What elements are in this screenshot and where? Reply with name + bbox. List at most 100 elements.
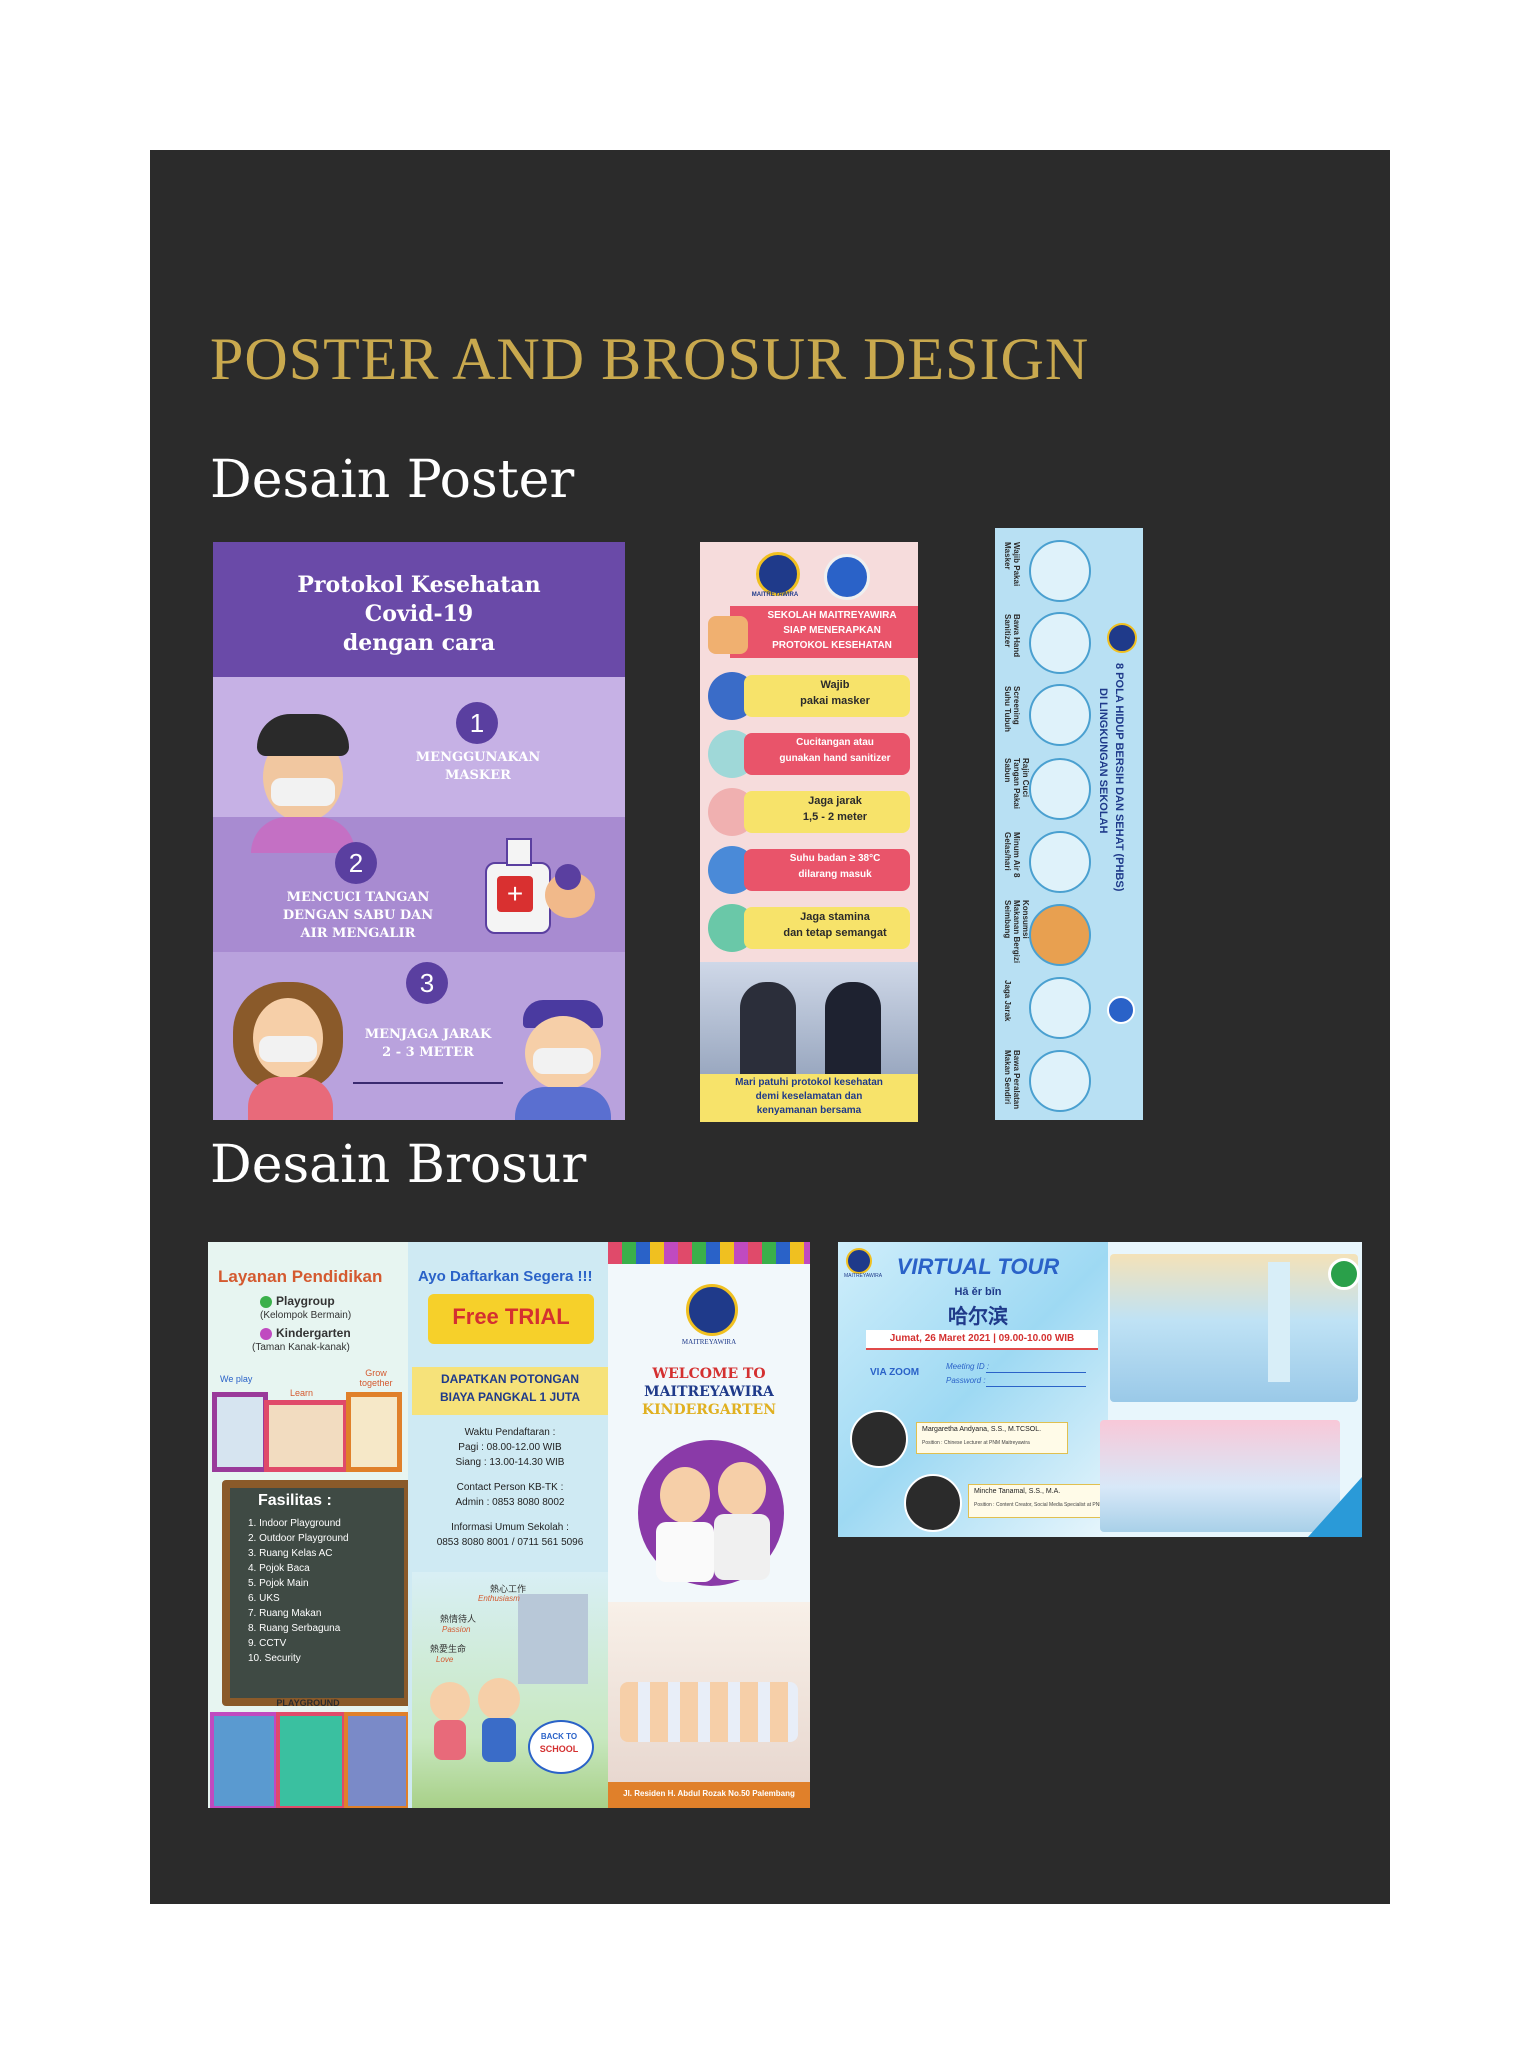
playgroup-check-icon: [260, 1296, 272, 1308]
portfolio-panel: POSTER AND BROSUR DESIGN Desain Poster D…: [150, 150, 1390, 1904]
phbs-item-5: Minum Air 8 Gelas/hari: [1003, 832, 1021, 878]
service-1-name: Playgroup: [276, 1294, 335, 1308]
phbs-logo-icon: [1107, 623, 1137, 653]
poster2-item-1-line2: pakai masker: [800, 695, 870, 707]
poster-heading: Desain Poster: [210, 450, 575, 510]
playground-photo-2: [276, 1712, 346, 1808]
chinese-word-5: 熱愛生命: [430, 1644, 467, 1654]
info-line-2: 0853 8080 8001 / 0711 561 5096: [436, 1537, 584, 1548]
poster-covid-protocol: Protokol Kesehatan Covid-19 dengan cara …: [213, 542, 625, 1120]
fasilitas-item-3: 3. Ruang Kelas AC: [248, 1548, 333, 1559]
step-2-text-1: MENCUCI TANGAN: [286, 890, 430, 905]
fasilitas-item-6: 6. UKS: [248, 1593, 280, 1604]
poster2-logo-text: MAITREYAWIRA: [751, 592, 799, 598]
service-2-name: Kindergarten: [276, 1326, 351, 1340]
ice-castle-photo-2: [1100, 1420, 1340, 1532]
poster1-title-1: Protokol Kesehatan: [297, 572, 541, 598]
phbs-sanitizer-icon: [1029, 612, 1091, 674]
playground-label: PLAYGROUND: [276, 1698, 340, 1708]
poster-phbs: Wajib Pakai Masker Bawa Hand Sanitizer S…: [995, 528, 1143, 1120]
distance-arrow-icon: [353, 1082, 503, 1084]
waktu-line-1: Waktu Pendaftaran :: [464, 1427, 556, 1438]
fasilitas-item-2: 2. Outdoor Playground: [248, 1533, 349, 1544]
vt-meeting-id: Meeting ID :: [946, 1362, 990, 1371]
ice-tower-icon: [1268, 1262, 1290, 1382]
info-line-1: Informasi Umum Sekolah :: [451, 1522, 569, 1533]
fasilitas-item-10: 10. Security: [248, 1653, 301, 1664]
poster2-footer-1: Mari patuhi protokol kesehatan: [735, 1077, 883, 1088]
poster2-item-4-line1: Suhu badan ≥ 38°C: [789, 853, 881, 864]
step-2-text-3: AIR MENGALIR: [300, 926, 416, 941]
phbs-item-2: Bawa Hand Sanitizer: [1003, 614, 1021, 658]
phbs-item-8: Bawa Peralatan Makan Sendiri: [1003, 1050, 1021, 1110]
phbs-item-4: Rajin Cuci Tangan Pakai Sabun: [1003, 758, 1030, 809]
poster2-header-3: PROTOKOL KESEHATAN: [772, 640, 892, 651]
fasilitas-item-9: 9. CCTV: [248, 1638, 287, 1649]
poster2-item-2-line1: Cucitangan atau: [796, 737, 874, 748]
poster2-item-3-line1: Jaga jarak: [808, 795, 862, 807]
layanan-title: Layanan Pendidikan: [218, 1267, 383, 1286]
playground-photo-1: [210, 1712, 278, 1808]
boy-body-icon: [714, 1514, 770, 1580]
step-3-text-1: MENJAGA JARAK: [364, 1027, 492, 1042]
kid-left-icon: [430, 1682, 470, 1722]
poster1-title-2: Covid-19: [364, 601, 474, 627]
poster2-item-1-line1: Wajib: [820, 679, 850, 691]
photo-frame-play: [212, 1392, 268, 1472]
step-2-number: 2: [335, 842, 377, 884]
we-label-3: Grow together: [359, 1368, 393, 1388]
girl-face-icon: [660, 1467, 710, 1523]
brochure1-logo-icon: [686, 1284, 738, 1336]
waktu-line-2: Pagi : 08.00-12.00 WIB: [458, 1442, 562, 1453]
speaker1-photo: [850, 1410, 908, 1468]
phbs-title-2: DI LINGKUNGAN SEKOLAH: [1097, 688, 1109, 834]
vt-pinyin: Hā ěr bīn: [954, 1286, 1002, 1298]
woman-mask-icon: [259, 1036, 317, 1062]
free-trial-text: Free TRIAL: [452, 1304, 570, 1329]
speaker2-photo: [904, 1474, 962, 1532]
soap-bubbles-icon: [555, 864, 581, 890]
ayo-daftar: Ayo Daftarkan Segera !!!: [418, 1268, 593, 1285]
potongan-line-1: DAPATKAN POTONGAN: [441, 1372, 579, 1386]
vt-logo-icon: [846, 1248, 872, 1274]
sanitizer-pump-icon: [506, 838, 532, 866]
address-text: Jl. Residen H. Abdul Rozak No.50 Palemba…: [623, 1789, 795, 1798]
step-1-text-2: MASKER: [445, 768, 511, 783]
man-shirt-icon: [515, 1087, 611, 1120]
poster-school-protocol: MAITREYAWIRA SEKOLAH MAITREYAWIRA SIAP M…: [700, 542, 918, 1122]
fasilitas-item-8: 8. Ruang Serbaguna: [248, 1623, 341, 1634]
poster2-footer-3: kenyamanan bersama: [756, 1105, 862, 1116]
phbs-screening-icon: [1029, 684, 1091, 746]
person-shirt-icon: [251, 817, 355, 853]
vt-password-line: [986, 1386, 1086, 1387]
back-to-school-2: SCHOOL: [539, 1744, 579, 1754]
chinese-word-2: Enthusiasm: [478, 1594, 520, 1603]
teacher-left-figure: [740, 982, 796, 1074]
vt-password: Password :: [946, 1376, 986, 1385]
poster2-footer-2: demi keselamatan dan: [755, 1091, 863, 1102]
thumbs-up-icon: [708, 616, 748, 654]
boy-face-icon: [718, 1462, 766, 1516]
service-1-sub: (Kelompok Bermain): [260, 1310, 352, 1321]
diamond-pattern: [608, 1242, 810, 1264]
fasilitas-item-4: 4. Pojok Baca: [248, 1563, 310, 1574]
waktu-line-3: Siang : 13.00-14.30 WIB: [455, 1457, 565, 1468]
person-hair-icon: [257, 714, 349, 756]
vt-date: Jumat, 26 Maret 2021 | 09.00-10.00 WIB: [889, 1333, 1075, 1344]
brochure-kindergarten: Layanan Pendidikan Playgroup (Kelompok B…: [208, 1242, 810, 1808]
phbs-title-1: 8 POLA HIDUP BERSIH DAN SEHAT (PHBS): [1113, 663, 1125, 892]
fasilitas-item-5: 5. Pojok Main: [248, 1578, 309, 1589]
speaker1-role: Position : Chinese Lecturer at PNM Maitr…: [922, 1440, 1030, 1446]
kindergarten-check-icon: [260, 1328, 272, 1340]
playground-photo-3: [344, 1712, 410, 1808]
chinese-word-3: 熱情待人: [440, 1614, 477, 1624]
fasilitas-item-1: 1. Indoor Playground: [248, 1518, 341, 1529]
vt-via-zoom: VIA ZOOM: [870, 1367, 920, 1378]
woman-shirt-icon: [248, 1077, 333, 1120]
phbs-item-6: Konsumsi Makanan Bergizi Seimbang: [1003, 900, 1030, 964]
vt-logo-text: MAITREYAWIRA: [844, 1273, 883, 1279]
classroom-kids: [620, 1682, 798, 1742]
fasilitas-title: Fasilitas :: [258, 1492, 332, 1509]
phbs-tut-wuri-icon: [1107, 996, 1135, 1024]
welcome-line-3: KINDERGARTEN: [641, 1402, 777, 1418]
